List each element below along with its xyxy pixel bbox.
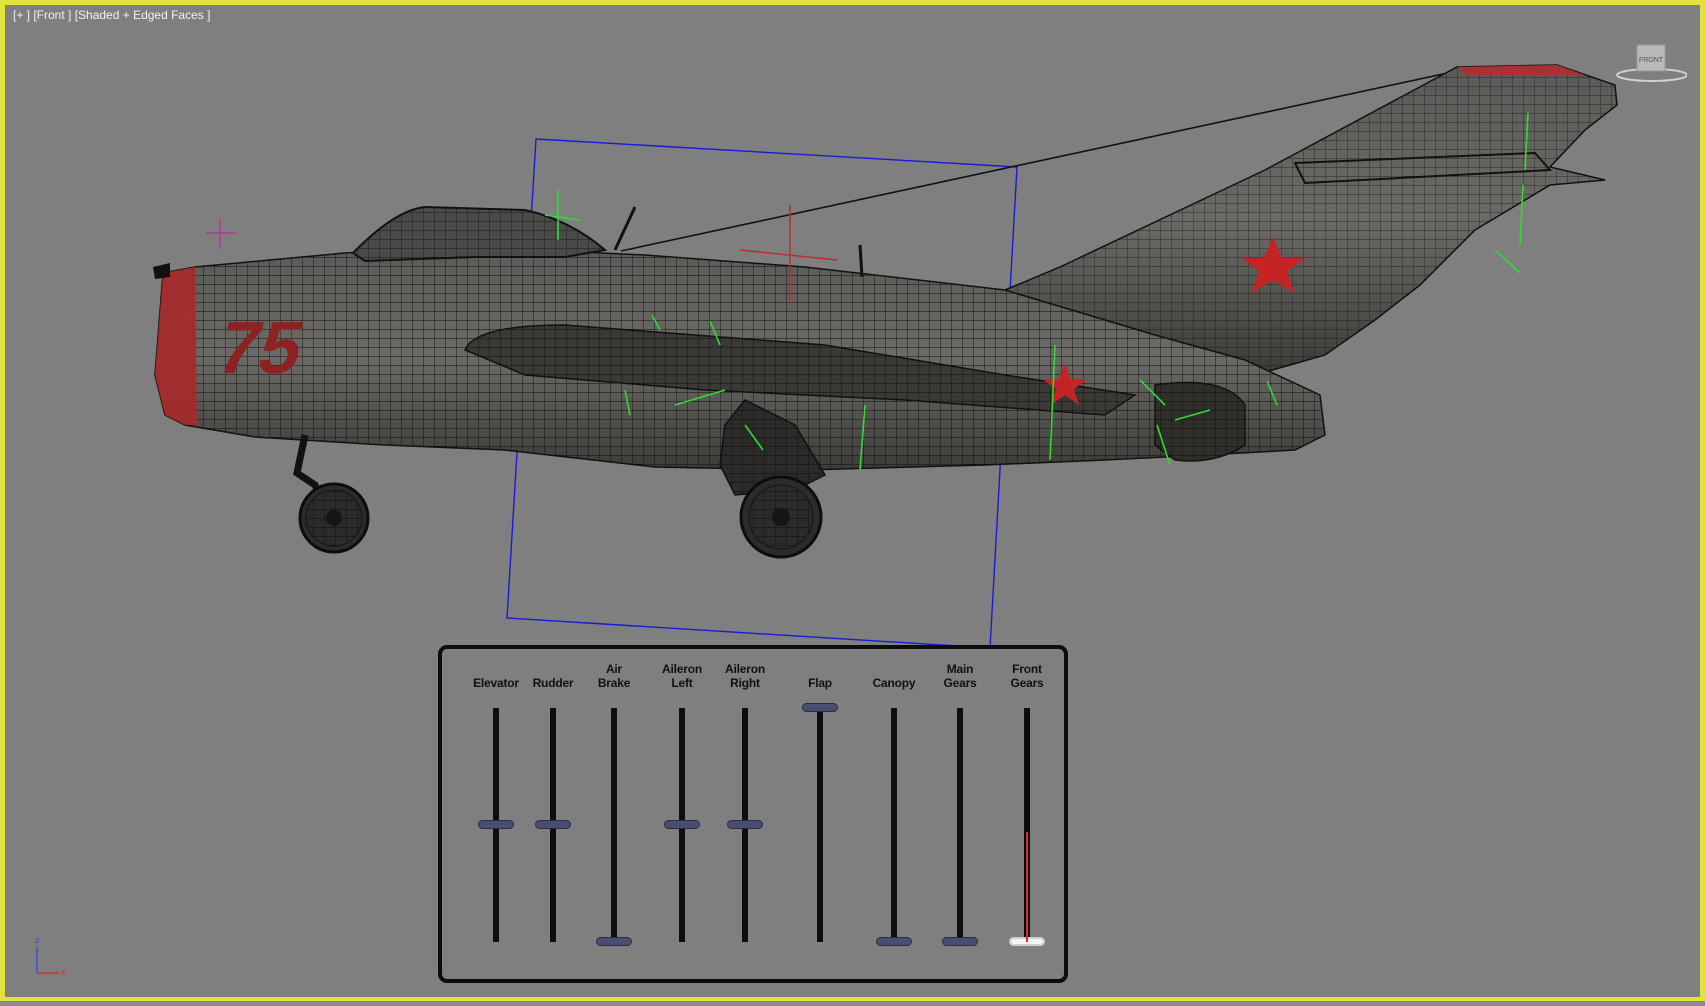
axis-tripod: z x (31, 935, 71, 984)
viewport-front[interactable]: 75 [+] [Front] [Shaded + Edged Faces]… (0, 0, 1705, 1001)
slider-handle-aileron-left[interactable] (664, 820, 700, 829)
animation-control-panel: Elevator Rudder Air Brake Aileron Left Ailer… (438, 645, 1068, 983)
axis-x-label: x (61, 967, 66, 977)
move-gizmo-y-axis[interactable] (1026, 832, 1028, 942)
slider-handle-main-gears[interactable] (942, 937, 978, 946)
slider-label-flap: Flap (808, 676, 832, 690)
viewcube[interactable]: FRONT (1607, 39, 1688, 90)
viewport-label[interactable]: [+ ] [Front ] [Shaded + Edged Faces ] (13, 8, 210, 22)
slider-track-air-brake[interactable] (611, 708, 617, 942)
slider-track-flap[interactable] (817, 708, 823, 942)
rear-nozzle (1154, 381, 1246, 462)
slider-handle-elevator[interactable] (478, 820, 514, 829)
slider-handle-air-brake[interactable] (596, 937, 632, 946)
nose-gear (293, 434, 370, 554)
slider-handle-aileron-right[interactable] (727, 820, 763, 829)
slider-track-canopy[interactable] (891, 708, 897, 942)
viewcube-face-label[interactable]: FRONT (1639, 57, 1664, 64)
slider-handle-canopy[interactable] (876, 937, 912, 946)
slider-handle-rudder[interactable] (535, 820, 571, 829)
axis-z-label: z (35, 935, 40, 945)
slider-handle-flap[interactable] (802, 703, 838, 712)
slider-label-front-gears: Front Gears (1010, 662, 1044, 690)
slider-label-aileron-right: Aileron Right (725, 662, 765, 690)
slider-track-main-gears[interactable] (957, 708, 963, 942)
